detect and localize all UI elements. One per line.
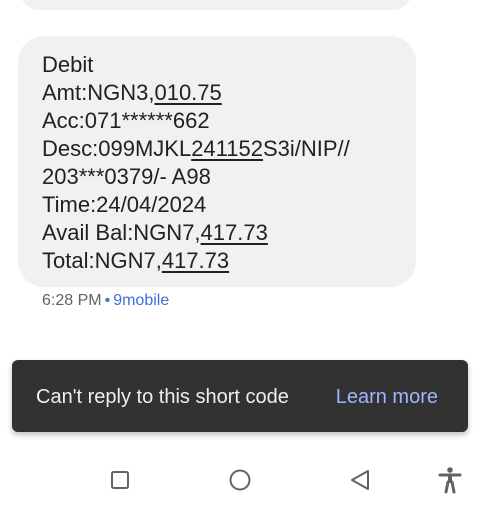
home-button[interactable] (224, 464, 256, 496)
recents-square-icon (109, 469, 131, 491)
number-link[interactable]: 241152 (191, 136, 263, 161)
message-line: 203***0379/- A98 (42, 164, 211, 189)
message-line: Avail Bal:NGN7,417.73 (42, 220, 268, 245)
previous-message-bubble[interactable] (20, 0, 412, 10)
balance-link[interactable]: 417.73 (201, 220, 268, 245)
message-line: Desc:099MJKL241152S3i/NIP// (42, 136, 350, 161)
amount-link[interactable]: 010.75 (154, 80, 221, 105)
message-line: Total:NGN7,417.73 (42, 248, 230, 273)
meta-separator: • (104, 292, 111, 309)
message-bubble[interactable]: Debit Amt:NGN3,010.75 Acc:071******662 D… (18, 36, 416, 287)
snackbar-message: Can't reply to this short code (36, 386, 289, 408)
accessibility-icon (437, 466, 463, 494)
back-button[interactable] (344, 464, 376, 496)
system-navigation-bar (0, 444, 480, 516)
message-line: Acc:071******662 (42, 108, 210, 133)
home-circle-icon (228, 468, 252, 492)
message-meta: 6:28 PM • 9mobile (42, 291, 169, 311)
message-line: Time:24/04/2024 (42, 192, 207, 217)
message-line: Amt:NGN3,010.75 (42, 80, 222, 105)
recents-button[interactable] (104, 464, 136, 496)
accessibility-button[interactable] (434, 464, 466, 496)
message-time: 6:28 PM (42, 292, 102, 309)
message-line: Debit (42, 52, 94, 77)
learn-more-button[interactable]: Learn more (336, 385, 438, 409)
snackbar: Can't reply to this short code Learn mor… (12, 360, 468, 432)
total-link[interactable]: 417.73 (162, 248, 229, 273)
carrier-label: 9mobile (113, 292, 170, 309)
back-triangle-icon (348, 468, 372, 492)
